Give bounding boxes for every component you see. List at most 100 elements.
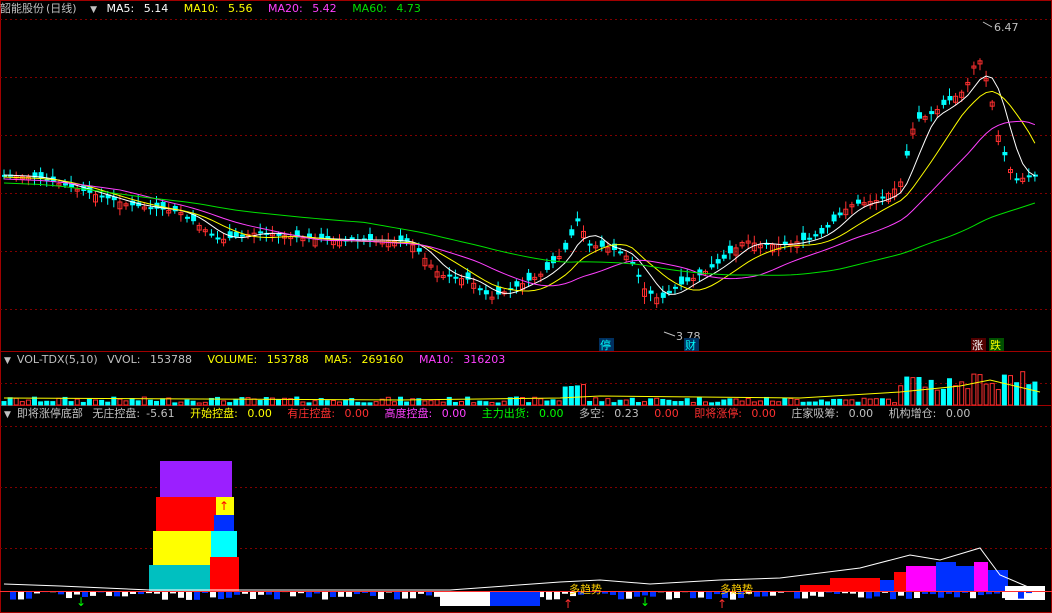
baseline-bar [706, 592, 712, 600]
baseline-bar [922, 592, 928, 594]
baseline-bar [666, 592, 672, 600]
control-block [149, 565, 210, 592]
candle-body [685, 277, 691, 282]
trend-bar [880, 580, 894, 592]
indicator-bars: ↑ ↓ ↑ ↓ ↑ [0, 461, 1052, 611]
indicator-item: 机构增仓: 0.00 [888, 407, 971, 420]
suspension-marker[interactable]: 停 [599, 338, 614, 352]
svg-text:跌: 跌 [990, 338, 1001, 352]
candle-body [721, 254, 727, 259]
volume-bar [1032, 381, 1038, 406]
volume-bar [86, 398, 92, 406]
volume-bar [886, 398, 891, 406]
volume-bar [190, 400, 196, 406]
baseline-bar [314, 592, 320, 594]
candle-body [941, 99, 947, 105]
volume-bar [477, 400, 483, 406]
volume-bar [465, 396, 471, 406]
candle-body [477, 288, 483, 291]
ma10-line [3, 90, 1036, 292]
baseline-bar [874, 592, 880, 597]
baseline-bar [290, 592, 296, 597]
stock-chart-canvas[interactable]: ↑↓ ↑ ↓ ↑ 6.47 3.78 停 财 涨 跌 多趋势 多趋势 [0, 0, 1052, 613]
volume-bar [648, 398, 654, 406]
volume-bar [818, 399, 824, 406]
volume-bar [831, 398, 837, 406]
volume-bar [629, 397, 635, 406]
up-arrow-icon: ↑ [219, 499, 229, 513]
volume-bar [459, 401, 464, 406]
volume-bar [916, 376, 922, 406]
indicator-dropdown-icon[interactable]: ▼ [4, 407, 11, 423]
baseline-bar [154, 592, 160, 594]
baseline-bar [130, 592, 136, 594]
baseline-bar [170, 592, 176, 594]
baseline-bar [690, 592, 696, 599]
candle-body [416, 248, 422, 252]
baseline-bar [210, 592, 216, 598]
volume-header: ▼ VOL-TDX(5,10) VVOL: 153788 VOLUME: 1537… [0, 352, 517, 368]
trend-bar [906, 566, 936, 592]
moving-average-lines [3, 75, 1036, 295]
volume-bar [940, 388, 946, 406]
volume-bar [855, 401, 861, 406]
baseline-bar [834, 592, 840, 594]
volume-bar [989, 382, 995, 406]
candle-body [544, 262, 550, 270]
baseline-bar [362, 592, 368, 593]
volume-bar [361, 402, 367, 406]
ma5-label: MA5: 5.14 [106, 2, 169, 15]
volume-bar [837, 398, 843, 406]
baseline-bar [258, 592, 264, 595]
candle-body [679, 276, 685, 285]
baseline-bar [850, 592, 856, 594]
volume-bar [251, 398, 257, 406]
candle-body [666, 290, 672, 294]
baseline-bar [218, 592, 224, 600]
volume-bar [7, 397, 13, 406]
volume-bar [446, 396, 452, 406]
volume-bar [599, 401, 605, 406]
baseline-bar [698, 592, 704, 598]
candle-body [215, 237, 221, 240]
volume-bar [25, 399, 31, 406]
candle-body [447, 274, 453, 277]
limit-down-marker[interactable]: 跌 [989, 338, 1004, 352]
volume-bar [605, 398, 611, 406]
limit-up-marker[interactable]: 涨 [971, 338, 986, 352]
volume-bar [93, 399, 98, 406]
candlestick-series [2, 58, 1038, 308]
baseline-bar [306, 592, 312, 598]
baseline-bar [346, 592, 352, 597]
volume-bar [44, 400, 50, 406]
candle-body [569, 229, 575, 236]
vvol-label: VVOL: 153788 [107, 353, 192, 366]
volume-bar [233, 398, 239, 406]
settings-dropdown-icon[interactable]: ▼ [90, 2, 97, 18]
volume-bar [172, 402, 178, 406]
volume-bar [221, 400, 227, 406]
candle-body [368, 234, 373, 240]
candle-body [825, 224, 831, 228]
baseline-bar [234, 592, 240, 595]
svg-text:停: 停 [600, 338, 611, 352]
volume-bar [611, 402, 617, 406]
volume-bar [471, 402, 477, 406]
volume-bar [312, 400, 318, 406]
volume-bar [861, 397, 867, 406]
volume-bar [977, 374, 983, 406]
main-chart-header: 韶能股份 (日线) ▼ MA5: 5.14 MA10: 5.56 MA20: 5.… [0, 1, 433, 17]
volume-dropdown-icon[interactable]: ▼ [4, 353, 11, 369]
trend-bar [894, 572, 906, 592]
candle-body [514, 281, 520, 287]
financial-report-marker[interactable]: 财 [684, 338, 699, 352]
baseline-bar [962, 592, 968, 593]
baseline-bar [626, 592, 632, 599]
candle-body [148, 207, 154, 210]
volume-bar [806, 401, 812, 406]
baseline-bar [434, 592, 440, 597]
baseline-bar [106, 592, 112, 596]
volume-bar [739, 400, 745, 406]
baseline-bar [26, 592, 32, 599]
volume-bar [239, 397, 245, 406]
